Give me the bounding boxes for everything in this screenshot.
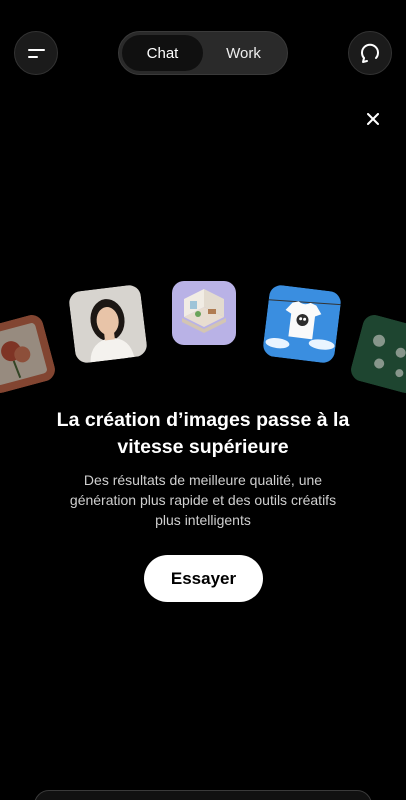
close-icon bbox=[367, 113, 379, 125]
new-chat-button[interactable] bbox=[348, 31, 392, 75]
tshirt-clothesline-image bbox=[261, 283, 343, 365]
promo-headline: La création d’images passe à la vitesse … bbox=[56, 409, 350, 458]
menu-icon bbox=[28, 49, 45, 58]
tab-work[interactable]: Work bbox=[203, 35, 284, 71]
tab-chat[interactable]: Chat bbox=[122, 35, 203, 71]
chat-refresh-icon bbox=[361, 43, 379, 63]
promo-screen: Chat Work La création d’images passe à l… bbox=[0, 0, 406, 800]
green-pattern-image bbox=[348, 312, 406, 396]
flower-painting-image bbox=[0, 312, 58, 396]
portrait-photo-image bbox=[67, 283, 149, 365]
message-input-bar[interactable] bbox=[34, 790, 372, 800]
isometric-room-image bbox=[172, 281, 236, 345]
menu-button[interactable] bbox=[14, 31, 58, 75]
try-button[interactable]: Essayer bbox=[144, 555, 263, 602]
mode-switcher: Chat Work bbox=[118, 31, 288, 75]
promo-description: Des résultats de meilleure qualité, une … bbox=[69, 472, 337, 528]
close-button[interactable] bbox=[362, 108, 384, 130]
